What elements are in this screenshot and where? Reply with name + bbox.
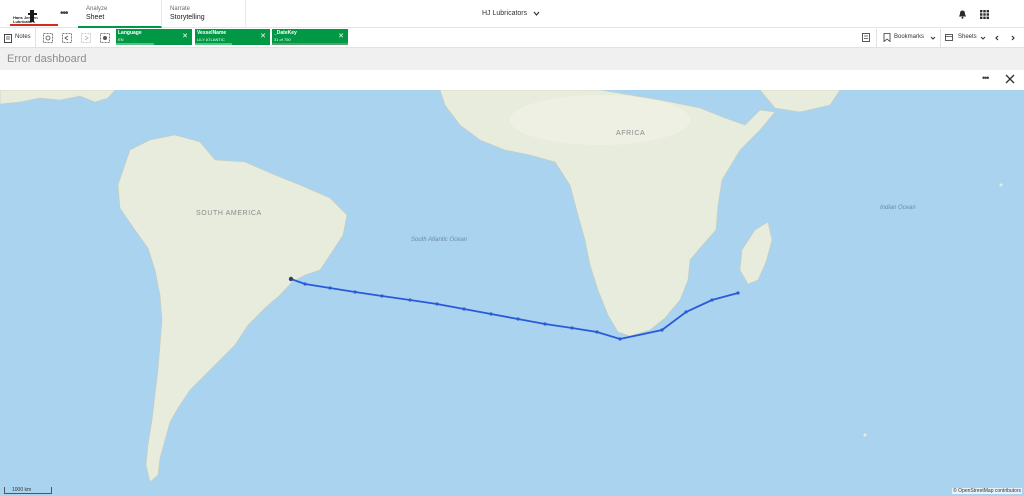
route-point[interactable] [288,276,294,282]
close-icon[interactable]: ✕ [182,33,188,40]
land-central-america [0,90,116,105]
route-point[interactable] [543,322,547,326]
map-view[interactable]: SOUTH AMERICA AFRICA South Atlantic Ocea… [0,90,1024,496]
logo-text: Hans Jensen Lubricators [13,15,38,24]
step-back-icon[interactable] [62,33,72,43]
tab-small-label: Narrate [170,6,191,12]
route-point[interactable] [516,317,520,321]
tab-analyze-sheet[interactable]: Analyze Sheet [78,0,162,28]
apps-grid-icon[interactable] [980,10,989,19]
land-south-america [117,134,348,483]
island [863,433,867,437]
app-logo[interactable]: Hans Jensen Lubricators [4,5,58,26]
route-point[interactable] [660,328,664,332]
scale-label: 1000 km [12,487,32,493]
tab-large-label: Sheet [86,14,105,21]
land-arabia [759,90,841,113]
chip-bar [272,43,348,45]
selection-chip-vesselname[interactable]: VesselName LILY ATLANTIC ✕ [195,29,270,45]
bookmarks-button[interactable]: Bookmarks [894,34,924,40]
land-madagascar [739,221,773,285]
close-icon[interactable]: ✕ [338,33,344,40]
route-point[interactable] [595,330,599,334]
tab-large-label: Storytelling [170,14,205,21]
sheet-title-bar [0,48,1024,70]
chevron-down-icon[interactable] [533,10,540,17]
chip-value: 31 of 750 [274,37,291,42]
route-point[interactable] [380,294,384,298]
more-menu-icon[interactable]: ••• [60,9,68,19]
route-point[interactable] [570,326,574,330]
map-canvas [0,90,1003,483]
close-icon[interactable]: ✕ [260,33,266,40]
route-point[interactable] [353,290,357,294]
step-forward-icon[interactable] [81,33,91,43]
route-point[interactable] [618,337,622,341]
chip-bar [116,43,154,45]
clear-selections-icon[interactable] [100,33,110,43]
toolbar-divider [876,29,877,47]
object-header [0,70,1024,90]
selections-tool-icon[interactable] [862,33,870,42]
map-attribution[interactable]: © OpenStreetMap contributors [952,488,1022,494]
route-point[interactable] [489,312,493,316]
next-sheet-icon[interactable] [1010,35,1016,41]
chip-field: _DateKey [274,30,297,36]
selection-chip-datekey[interactable]: _DateKey 31 of 750 ✕ [272,29,348,45]
route-point[interactable] [303,282,307,286]
label-south-america: SOUTH AMERICA [196,210,262,217]
bookmark-icon [883,33,891,42]
desert-shading [510,95,690,145]
route-point[interactable] [462,307,466,311]
land [0,90,841,483]
tab-narrate-storytelling[interactable]: Narrate Storytelling [162,0,246,28]
label-indian-ocean: Indian Ocean [880,205,916,211]
chip-value: EN [118,37,124,42]
chip-bar [195,43,232,45]
label-south-atlantic: South Atlantic Ocean [411,237,468,243]
logo-bar [10,24,58,26]
chevron-down-icon[interactable] [980,35,986,41]
toolbar-divider [940,29,941,47]
chip-field: Language [118,30,142,36]
notes-button[interactable]: Notes [0,28,36,48]
app-title[interactable]: HJ Lubricators [482,10,527,17]
route-point[interactable] [684,310,688,314]
chevron-down-icon[interactable] [930,35,936,41]
label-africa: AFRICA [616,130,646,137]
chip-field: VesselName [197,30,227,36]
smart-search-icon[interactable] [43,33,53,43]
home-icon[interactable] [998,105,1024,496]
sheet-title: Error dashboard [7,53,87,65]
object-menu-icon[interactable]: ••• [982,74,990,83]
chip-value: LILY ATLANTIC [197,37,225,42]
close-icon[interactable] [1005,74,1015,84]
notes-icon [4,34,12,43]
sheets-button[interactable]: Sheets [958,34,977,40]
route-point[interactable] [736,291,740,295]
notes-label: Notes [15,34,31,40]
route-point[interactable] [408,298,412,302]
route-point[interactable] [328,286,332,290]
route-point[interactable] [710,298,714,302]
tab-small-label: Analyze [86,6,108,12]
sheets-icon [945,34,953,41]
route-point[interactable] [435,302,439,306]
selection-chip-language[interactable]: Language EN ✕ [116,29,192,45]
bell-icon[interactable] [958,10,967,19]
previous-sheet-icon[interactable] [994,35,1000,41]
